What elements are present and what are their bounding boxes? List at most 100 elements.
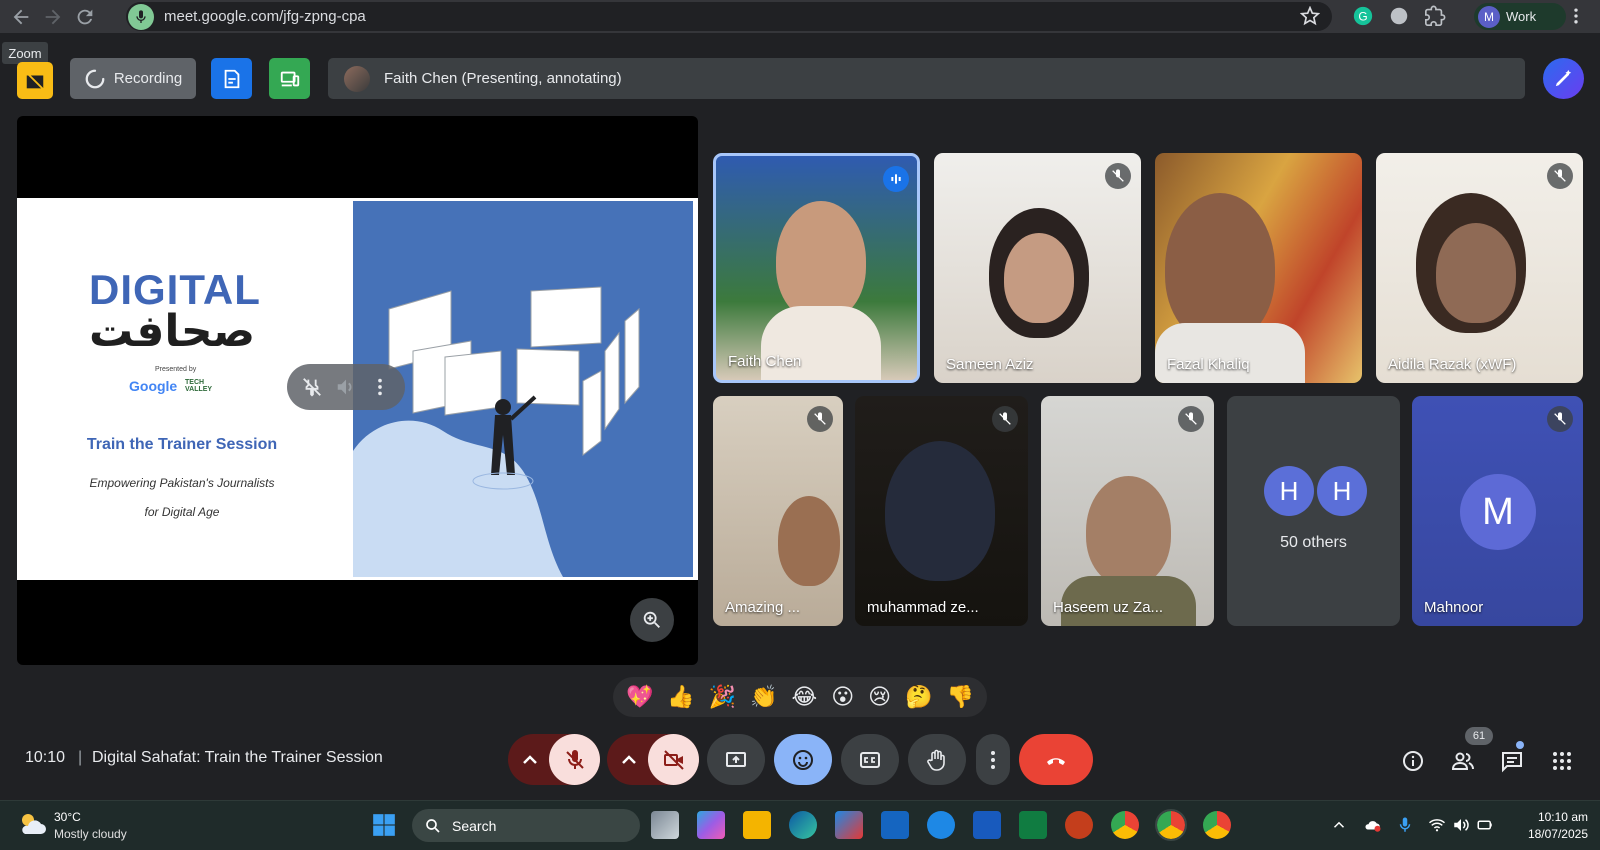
presenter-text: Faith Chen (Presenting, annotating) [384,70,622,87]
mic-off-icon [1547,163,1573,189]
reaction-sad[interactable]: 😢 [868,685,891,710]
reaction-heart[interactable]: 💖 [626,685,653,710]
url-text[interactable]: meet.google.com/jfg-zpng-cpa [164,8,366,25]
participant-tile[interactable]: Aidila Razak (xWF) [1376,153,1583,383]
puzzle-extensions-icon[interactable] [1424,5,1446,27]
microsoft-store-icon[interactable] [835,811,863,839]
extension-icon[interactable] [1388,5,1410,27]
document-edit-icon [221,68,243,90]
participant-video-face [1436,223,1516,323]
notes-button[interactable] [211,58,252,99]
battery-icon[interactable] [1476,816,1494,834]
volume-icon[interactable] [335,376,357,398]
forward-arrow-icon[interactable] [42,6,64,28]
mic-off-icon [992,406,1018,432]
chevron-up-icon[interactable] [617,748,641,772]
reaction-party[interactable]: 🎉 [709,685,736,710]
activities-grid-icon[interactable] [1550,749,1574,773]
recording-indicator[interactable]: Recording [70,58,196,99]
camera-toggle-button[interactable] [648,734,699,785]
profile-avatar: M [1478,5,1500,28]
onedrive-error-icon[interactable] [1364,816,1382,834]
taskbar-clock-time[interactable]: 10:10 am [1520,810,1588,824]
address-bar[interactable]: meet.google.com/jfg-zpng-cpa [126,2,1332,31]
file-explorer-icon[interactable] [743,811,771,839]
svg-text:G: G [1358,10,1367,24]
chrome-icon[interactable] [1111,811,1139,839]
reaction-thumbs-down[interactable]: 👎 [946,685,973,710]
others-avatar: H [1264,466,1314,516]
no-video-filter-button[interactable] [17,62,53,99]
powerpoint-icon[interactable] [1065,811,1093,839]
back-arrow-icon[interactable] [10,6,32,28]
participant-tile[interactable]: Sameen Aziz [934,153,1141,383]
others-tile[interactable]: H H 50 others [1227,396,1400,626]
captions-button[interactable] [841,734,899,785]
chevron-up-icon[interactable] [1330,816,1348,834]
unpin-icon[interactable] [301,376,323,398]
participant-avatar: M [1460,474,1536,550]
excel-icon[interactable] [1019,811,1047,839]
meeting-details-info-icon[interactable] [1401,749,1425,773]
participant-tile[interactable]: Faith Chen [713,153,920,383]
chrome-profile-icon[interactable] [1203,811,1231,839]
microphone-icon[interactable] [1396,816,1414,834]
participant-name: Faith Chen [728,353,802,370]
chrome-work-profile-icon[interactable] [1155,809,1187,841]
copilot-icon[interactable] [697,811,725,839]
reaction-surprised[interactable]: 😮 [831,685,854,710]
shared-slide: DIGITAL صحافت Presented by Google TECH V… [17,198,698,580]
microphone-site-icon [128,3,154,30]
reaction-laugh[interactable]: 😂 [792,685,818,710]
edge-browser-icon[interactable] [789,811,817,839]
chevron-up-icon[interactable] [518,748,542,772]
participant-tile[interactable]: M Mahnoor [1412,396,1583,626]
windows-start-icon[interactable] [371,812,397,838]
raise-hand-icon [925,748,949,772]
presenter-banner[interactable]: Faith Chen (Presenting, annotating) [328,58,1525,99]
participant-tile[interactable]: Haseem uz Za... [1041,396,1214,626]
present-screen-button[interactable] [707,734,765,785]
companion-devices-button[interactable] [269,58,310,99]
participant-name: Haseem uz Za... [1053,599,1164,616]
participant-name: Amazing ... [725,599,801,616]
app-icon[interactable] [881,811,909,839]
participant-tile[interactable]: Amazing ... [713,396,843,626]
people-icon[interactable] [1451,749,1475,773]
more-options-button[interactable] [976,734,1010,785]
reload-icon[interactable] [74,6,96,28]
kebab-menu-icon[interactable] [1566,6,1586,26]
search-label: Search [452,817,497,834]
participant-tile[interactable]: Fazal Khaliq [1155,153,1362,383]
slide-presented-by: Presented by [155,366,197,373]
send-reaction-button[interactable] [774,734,832,785]
reaction-clap[interactable]: 👏 [750,685,777,710]
loading-spinner-icon [84,68,106,90]
taskbar-clock-date[interactable]: 18/07/2025 [1500,827,1588,841]
annotate-pen-button[interactable] [1543,58,1584,99]
leave-call-button[interactable] [1019,734,1093,785]
speaking-indicator-icon [883,166,909,192]
participant-name: Mahnoor [1424,599,1484,616]
cloud-sun-icon[interactable] [17,810,47,838]
profile-chip[interactable]: M Work [1474,3,1566,30]
bookmark-star-icon[interactable] [1300,6,1320,26]
participant-video-body [761,306,881,380]
grammarly-extension-icon[interactable]: G [1352,5,1374,27]
participant-tile[interactable]: muhammad ze... [855,396,1028,626]
taskbar-search[interactable]: Search [412,809,640,842]
task-view-icon[interactable] [651,811,679,839]
participant-video-body [1155,323,1305,383]
chat-icon[interactable] [1500,749,1524,773]
word-icon[interactable] [973,811,1001,839]
mic-off-icon [1105,163,1131,189]
messenger-icon[interactable] [927,811,955,839]
zoom-in-button[interactable] [630,598,674,642]
reaction-thinking[interactable]: 🤔 [905,685,932,710]
speaker-icon[interactable] [1452,816,1470,834]
microphone-toggle-button[interactable] [549,734,600,785]
raise-hand-button[interactable] [908,734,966,785]
wifi-icon[interactable] [1428,816,1446,834]
more-options-icon[interactable] [369,376,391,398]
reaction-thumbs-up[interactable]: 👍 [667,685,694,710]
